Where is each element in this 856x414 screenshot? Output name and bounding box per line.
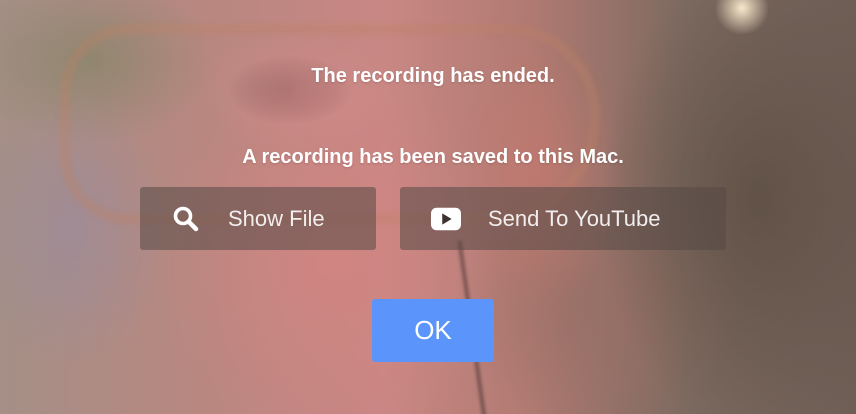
recording-ended-overlay: The recording has ended. A recording has… <box>0 0 856 414</box>
ok-button[interactable]: OK <box>372 299 494 362</box>
send-to-youtube-label: Send To YouTube <box>488 205 661 231</box>
recording-saved-message: A recording has been saved to this Mac. <box>242 146 624 168</box>
recording-ended-message: The recording has ended. <box>311 65 555 87</box>
show-file-button[interactable]: Show File <box>140 187 376 250</box>
show-file-label: Show File <box>228 205 325 231</box>
send-to-youtube-button[interactable]: Send To YouTube <box>400 187 726 250</box>
search-icon <box>171 204 201 234</box>
youtube-play-icon <box>431 204 461 234</box>
